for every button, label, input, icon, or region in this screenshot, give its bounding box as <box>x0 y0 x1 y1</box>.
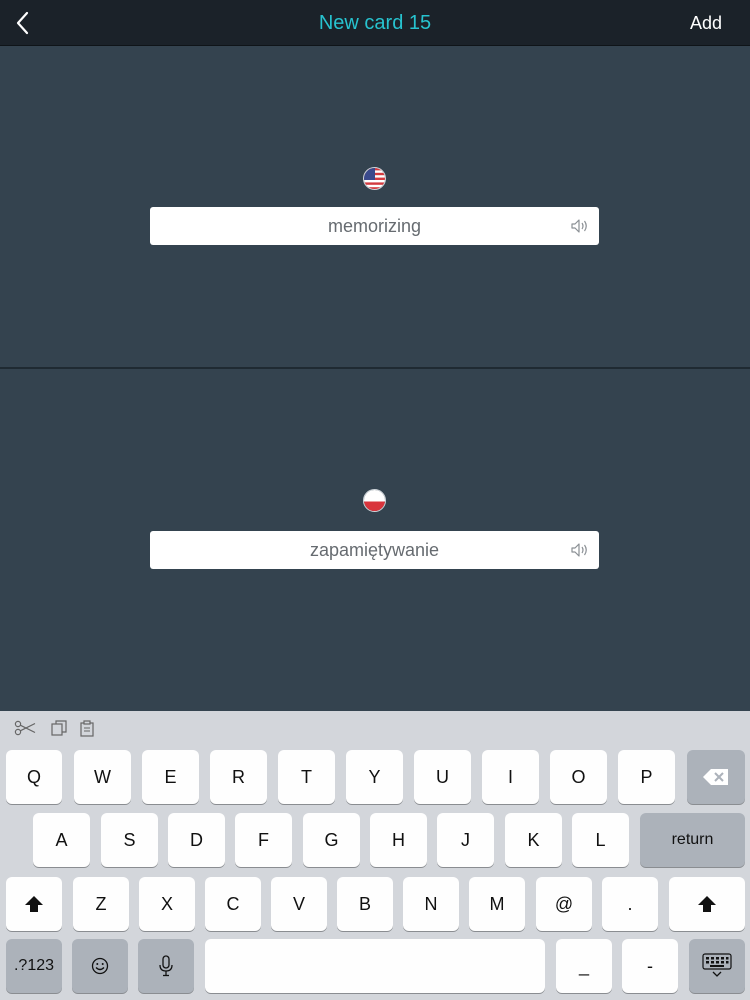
key-h[interactable]: H <box>370 813 427 867</box>
front-side-panel: memorizing <box>0 46 750 367</box>
key-q[interactable]: Q <box>6 750 62 804</box>
key-at[interactable]: @ <box>536 877 592 931</box>
key-t[interactable]: T <box>278 750 335 804</box>
shift-arrow-icon <box>25 896 43 912</box>
key-o[interactable]: O <box>550 750 607 804</box>
key-b[interactable]: B <box>337 877 393 931</box>
key-n[interactable]: N <box>403 877 459 931</box>
key-e[interactable]: E <box>142 750 199 804</box>
microphone-icon <box>159 955 173 977</box>
dismiss-keyboard-key[interactable] <box>689 939 745 993</box>
speaker-icon[interactable] <box>570 218 590 234</box>
left-shift-key[interactable] <box>6 877 62 931</box>
key-y[interactable]: Y <box>346 750 403 804</box>
keyboard-dismiss-icon <box>702 953 732 977</box>
emoji-key[interactable] <box>72 939 128 993</box>
pl-flag-icon <box>363 489 386 512</box>
dictation-key[interactable] <box>138 939 194 993</box>
key-a[interactable]: A <box>33 813 90 867</box>
front-text-field[interactable]: memorizing <box>150 207 599 245</box>
key-l[interactable]: L <box>572 813 629 867</box>
key-underscore[interactable]: _ <box>556 939 612 993</box>
key-x[interactable]: X <box>139 877 195 931</box>
key-g[interactable]: G <box>303 813 360 867</box>
key-i[interactable]: I <box>482 750 539 804</box>
key-c[interactable]: C <box>205 877 261 931</box>
key-j[interactable]: J <box>437 813 494 867</box>
key-u[interactable]: U <box>414 750 471 804</box>
key-p[interactable]: P <box>618 750 675 804</box>
keyboard: Q W E R T Y U I O P A S D F G H J K L re… <box>0 711 750 1000</box>
paste-icon[interactable] <box>77 719 99 737</box>
keyboard-toolbar <box>0 711 750 747</box>
key-dash[interactable]: - <box>622 939 678 993</box>
add-button[interactable]: Add <box>690 13 722 34</box>
front-text: memorizing <box>327 216 422 236</box>
key-z[interactable]: Z <box>73 877 129 931</box>
emoji-icon <box>91 957 109 975</box>
us-flag-icon <box>363 167 386 190</box>
key-period[interactable]: . <box>602 877 658 931</box>
nav-bar: New card 15 Add <box>0 0 750 46</box>
key-v[interactable]: V <box>271 877 327 931</box>
key-r[interactable]: R <box>210 750 267 804</box>
delete-key[interactable] <box>687 750 745 804</box>
shift-arrow-icon <box>698 896 716 912</box>
cut-icon[interactable] <box>14 719 36 737</box>
key-f[interactable]: F <box>235 813 292 867</box>
key-s[interactable]: S <box>101 813 158 867</box>
page-title: New card 15 <box>318 12 432 34</box>
key-w[interactable]: W <box>74 750 131 804</box>
key-m[interactable]: M <box>469 877 525 931</box>
back-side-panel: zapamiętywanie <box>0 369 750 711</box>
copy-icon[interactable] <box>48 719 70 737</box>
numbers-key[interactable]: .?123 <box>6 939 62 993</box>
backspace-icon <box>703 769 728 785</box>
key-d[interactable]: D <box>168 813 225 867</box>
return-key[interactable]: return <box>640 813 745 867</box>
space-bar[interactable] <box>205 939 545 993</box>
key-k[interactable]: K <box>505 813 562 867</box>
speaker-icon[interactable] <box>570 542 590 558</box>
back-text-field[interactable]: zapamiętywanie <box>150 531 599 569</box>
back-text: zapamiętywanie <box>309 540 440 560</box>
right-shift-key[interactable] <box>669 877 745 931</box>
